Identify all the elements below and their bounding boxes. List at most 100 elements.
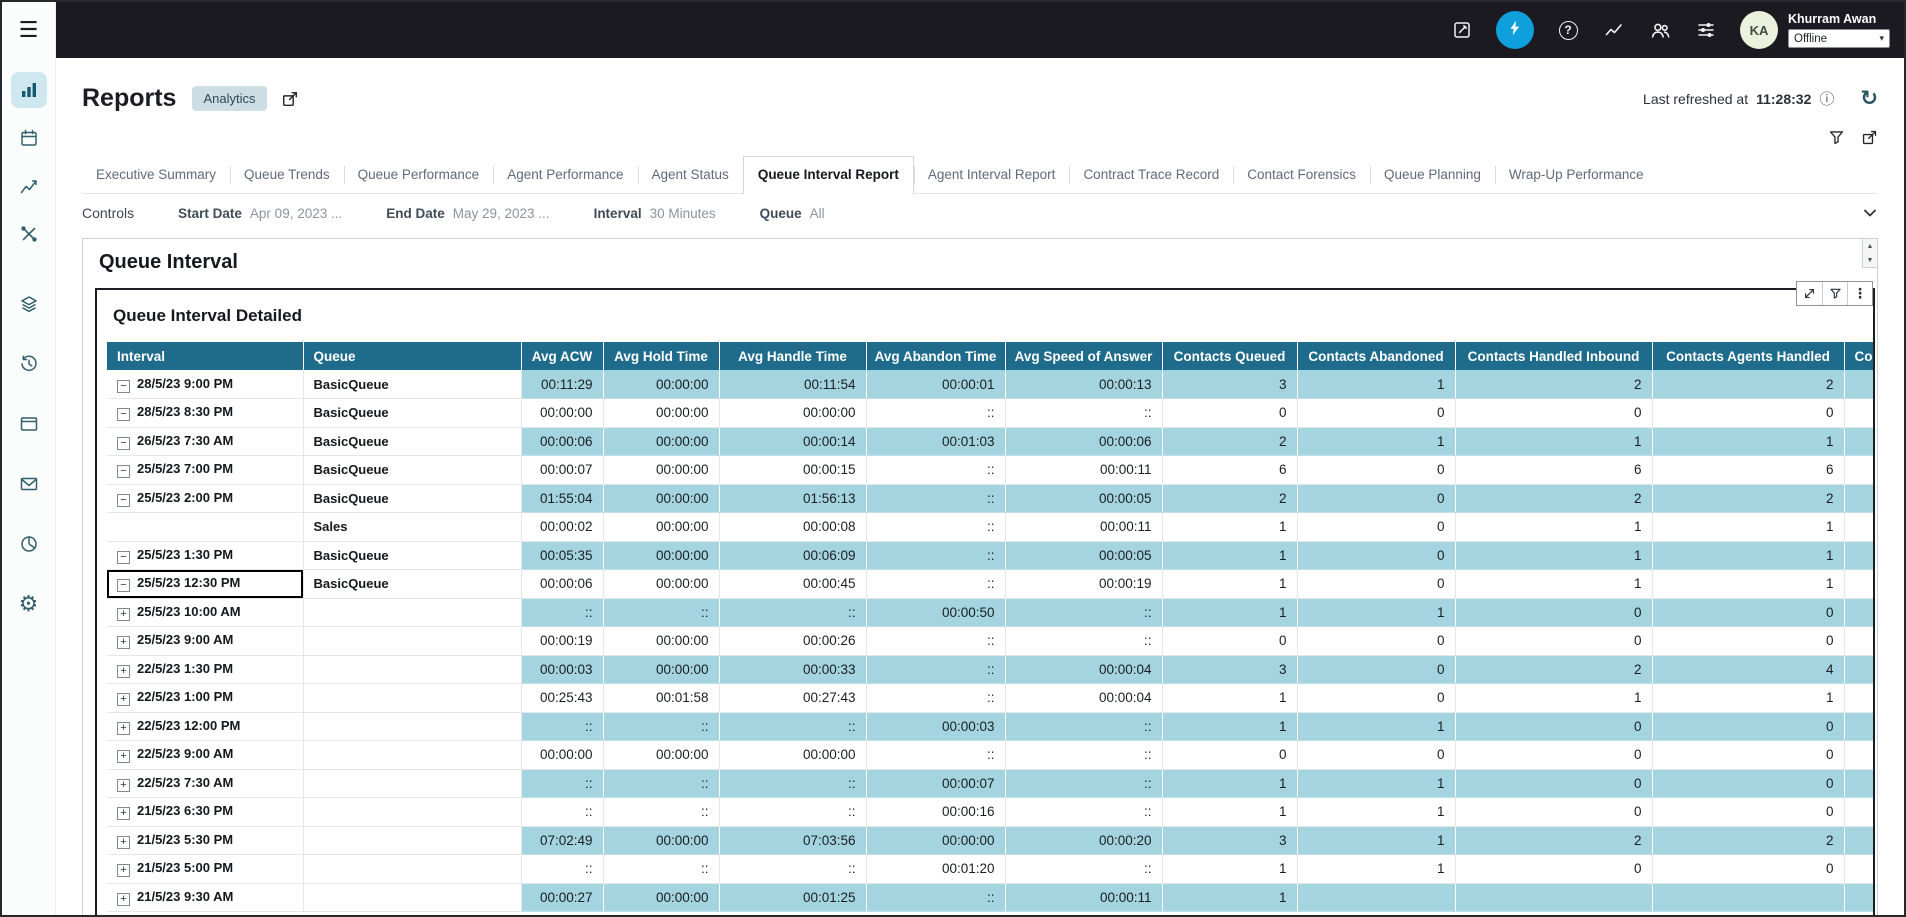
value-cell[interactable]: 00:00:14 xyxy=(719,427,866,456)
value-cell[interactable]: 00:00:00 xyxy=(603,541,719,570)
value-cell[interactable] xyxy=(1844,370,1873,399)
value-cell[interactable]: 01:55:04 xyxy=(521,484,603,513)
value-cell[interactable]: :: xyxy=(1005,855,1162,884)
sidebar-item-window[interactable] xyxy=(11,406,47,442)
value-cell[interactable]: 00:00:27 xyxy=(521,883,603,912)
queue-cell[interactable]: BasicQueue xyxy=(303,541,521,570)
value-cell[interactable]: 00:00:06 xyxy=(521,570,603,599)
value-cell[interactable]: 00:00:08 xyxy=(719,513,866,542)
queue-cell[interactable] xyxy=(303,798,521,827)
column-header-avg-abandon-time[interactable]: Avg Abandon Time xyxy=(866,342,1005,370)
value-cell[interactable]: :: xyxy=(521,855,603,884)
value-cell[interactable]: 1 xyxy=(1297,769,1455,798)
notes-icon[interactable] xyxy=(1450,18,1474,42)
value-cell[interactable]: 4 xyxy=(1652,655,1844,684)
value-cell[interactable]: :: xyxy=(1005,798,1162,827)
value-cell[interactable]: :: xyxy=(603,798,719,827)
value-cell[interactable]: 00:00:11 xyxy=(1005,513,1162,542)
value-cell[interactable]: :: xyxy=(521,769,603,798)
value-cell[interactable] xyxy=(1844,655,1873,684)
value-cell[interactable]: :: xyxy=(866,741,1005,770)
value-cell[interactable]: 0 xyxy=(1162,741,1297,770)
interval-cell[interactable]: −28/5/23 8:30 PM xyxy=(107,399,303,428)
queue-cell[interactable] xyxy=(303,826,521,855)
plus-expander-icon[interactable]: + xyxy=(117,807,130,820)
interval-cell[interactable]: −25/5/23 7:00 PM xyxy=(107,456,303,485)
value-cell[interactable]: 00:00:06 xyxy=(1005,427,1162,456)
tab-agent-performance[interactable]: Agent Performance xyxy=(493,157,637,193)
value-cell[interactable]: :: xyxy=(866,399,1005,428)
queue-cell[interactable] xyxy=(303,655,521,684)
interval-cell[interactable]: −25/5/23 12:30 PM xyxy=(107,570,303,599)
value-cell[interactable] xyxy=(1652,883,1844,912)
minus-expander-icon[interactable]: − xyxy=(117,465,130,478)
plus-expander-icon[interactable]: + xyxy=(117,750,130,763)
sidebar-item-pie[interactable] xyxy=(11,526,47,562)
value-cell[interactable]: :: xyxy=(719,598,866,627)
column-header-queue[interactable]: Queue xyxy=(303,342,521,370)
queue-cell[interactable]: BasicQueue xyxy=(303,399,521,428)
value-cell[interactable]: 07:02:49 xyxy=(521,826,603,855)
minus-expander-icon[interactable]: − xyxy=(117,579,130,592)
queue-cell[interactable]: BasicQueue xyxy=(303,427,521,456)
queue-cell[interactable] xyxy=(303,741,521,770)
value-cell[interactable]: 00:00:03 xyxy=(866,712,1005,741)
plus-expander-icon[interactable]: + xyxy=(117,665,130,678)
value-cell[interactable]: :: xyxy=(1005,712,1162,741)
value-cell[interactable]: 0 xyxy=(1652,741,1844,770)
value-cell[interactable]: :: xyxy=(866,684,1005,713)
value-cell[interactable]: 1 xyxy=(1455,541,1652,570)
value-cell[interactable]: 00:00:01 xyxy=(866,370,1005,399)
value-cell[interactable]: 2 xyxy=(1455,826,1652,855)
value-cell[interactable]: 00:00:16 xyxy=(866,798,1005,827)
value-cell[interactable]: :: xyxy=(603,769,719,798)
interval-cell[interactable] xyxy=(107,513,303,542)
help-icon[interactable]: ? xyxy=(1556,18,1580,42)
value-cell[interactable]: 2 xyxy=(1652,826,1844,855)
value-cell[interactable]: :: xyxy=(866,456,1005,485)
column-header-avg-speed-of-answer[interactable]: Avg Speed of Answer xyxy=(1005,342,1162,370)
sidebar-item-trends[interactable] xyxy=(11,168,47,204)
plus-expander-icon[interactable]: + xyxy=(117,836,130,849)
value-cell[interactable]: :: xyxy=(1005,399,1162,428)
value-cell[interactable] xyxy=(1844,769,1873,798)
value-cell[interactable]: 1 xyxy=(1162,541,1297,570)
value-cell[interactable]: :: xyxy=(866,627,1005,656)
interval-cell[interactable]: +22/5/23 9:00 AM xyxy=(107,741,303,770)
value-cell[interactable]: :: xyxy=(1005,627,1162,656)
value-cell[interactable]: 1 xyxy=(1652,570,1844,599)
interval-cell[interactable]: −28/5/23 9:00 PM xyxy=(107,370,303,399)
plus-expander-icon[interactable]: + xyxy=(117,864,130,877)
plus-expander-icon[interactable]: + xyxy=(117,722,130,735)
value-cell[interactable]: 0 xyxy=(1652,769,1844,798)
control-queue[interactable]: QueueAll xyxy=(760,206,825,221)
value-cell[interactable]: 00:00:19 xyxy=(521,627,603,656)
queue-cell[interactable]: BasicQueue xyxy=(303,484,521,513)
value-cell[interactable]: 0 xyxy=(1455,712,1652,741)
value-cell[interactable]: 00:01:03 xyxy=(866,427,1005,456)
export-icon[interactable] xyxy=(1861,129,1878,146)
status-select[interactable]: Offline ▾ xyxy=(1788,29,1890,48)
value-cell[interactable]: :: xyxy=(1005,741,1162,770)
value-cell[interactable]: :: xyxy=(866,513,1005,542)
value-cell[interactable]: 0 xyxy=(1297,627,1455,656)
value-cell[interactable]: 00:00:00 xyxy=(603,427,719,456)
value-cell[interactable]: 00:00:00 xyxy=(603,484,719,513)
value-cell[interactable]: 2 xyxy=(1455,655,1652,684)
value-cell[interactable]: 0 xyxy=(1652,798,1844,827)
queue-cell[interactable]: BasicQueue xyxy=(303,570,521,599)
column-header-avg-acw[interactable]: Avg ACW xyxy=(521,342,603,370)
value-cell[interactable]: 1 xyxy=(1652,541,1844,570)
value-cell[interactable]: :: xyxy=(866,484,1005,513)
value-cell[interactable]: 1 xyxy=(1162,798,1297,827)
column-header-avg-handle-time[interactable]: Avg Handle Time xyxy=(719,342,866,370)
interval-cell[interactable]: +22/5/23 12:00 PM xyxy=(107,712,303,741)
value-cell[interactable]: 1 xyxy=(1455,513,1652,542)
value-cell[interactable]: :: xyxy=(1005,598,1162,627)
value-cell[interactable]: :: xyxy=(866,655,1005,684)
value-cell[interactable]: 1 xyxy=(1297,798,1455,827)
value-cell[interactable]: 00:01:58 xyxy=(603,684,719,713)
value-cell[interactable] xyxy=(1844,627,1873,656)
value-cell[interactable]: 0 xyxy=(1455,798,1652,827)
control-start-date[interactable]: Start DateApr 09, 2023 ... xyxy=(178,206,342,221)
